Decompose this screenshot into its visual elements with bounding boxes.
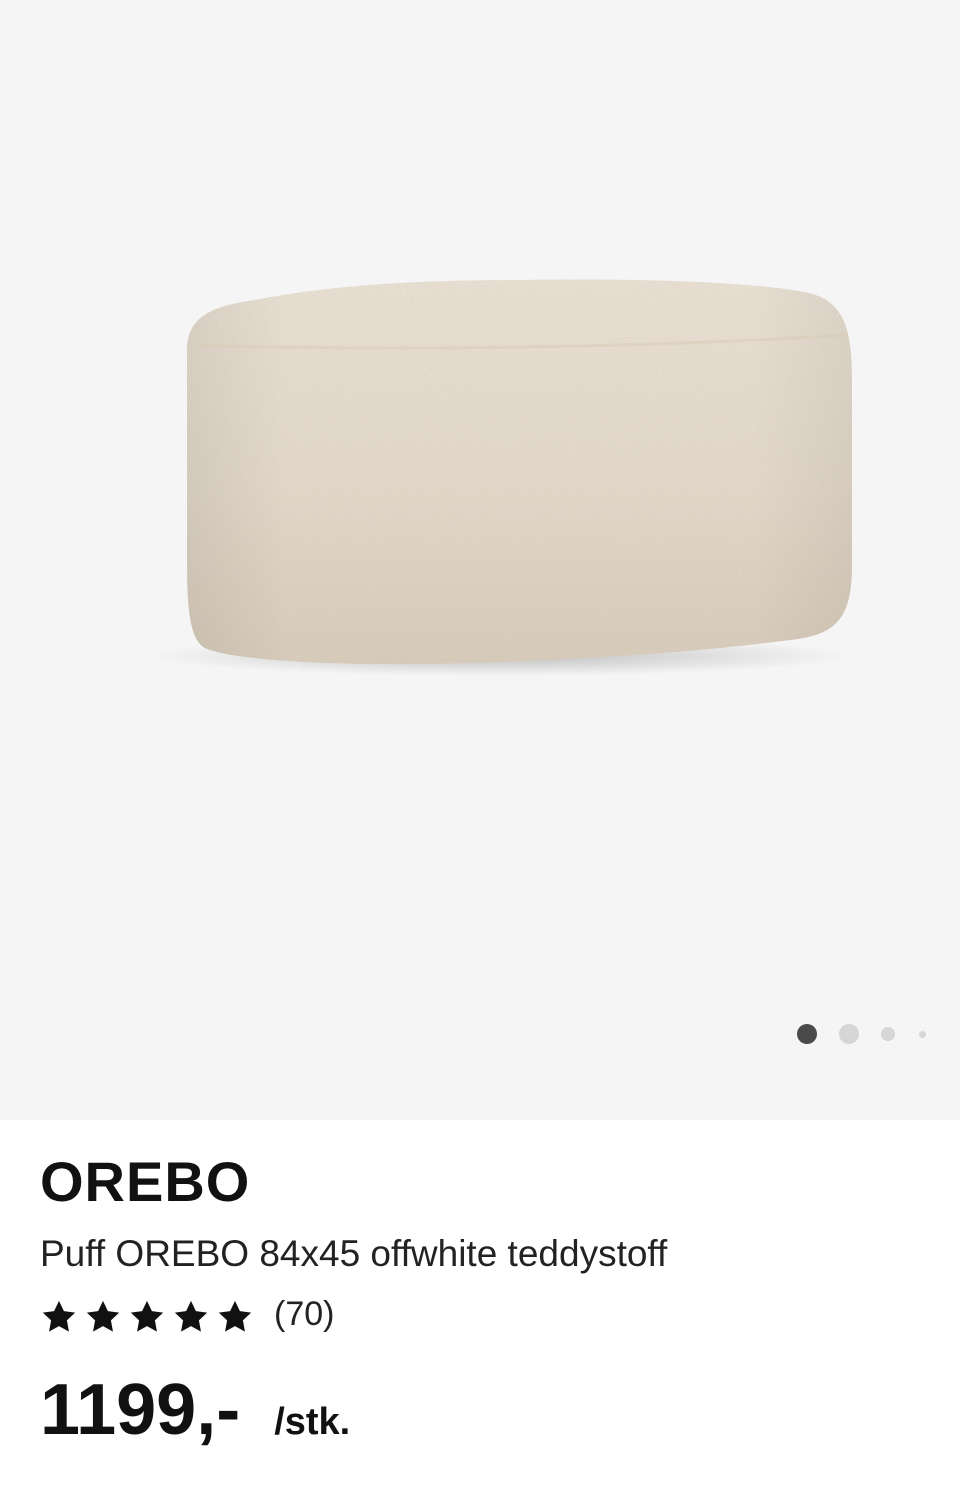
carousel-dot[interactable]: [919, 1030, 926, 1038]
product-description: Puff OREBO 84x45 offwhite teddystoff: [40, 1233, 668, 1274]
star-icon: [42, 1300, 76, 1332]
product-rating[interactable]: (70): [40, 1295, 334, 1339]
star-icon: [174, 1300, 208, 1332]
product-image[interactable]: [0, 0, 960, 1120]
product-page: OREBO Puff OREBO 84x45 offwhite teddysto…: [0, 0, 960, 1505]
product-brand: OREBO: [40, 1150, 251, 1213]
price-row: 1199,- /stk.: [40, 1370, 350, 1450]
carousel-dot[interactable]: [839, 1024, 859, 1044]
product-price: 1199,-: [40, 1370, 241, 1450]
carousel-dot[interactable]: [881, 1027, 895, 1041]
star-icon: [86, 1300, 120, 1332]
rating-stars: [40, 1298, 260, 1336]
star-icon: [218, 1300, 252, 1332]
star-icon: [130, 1300, 164, 1332]
carousel-dot-active[interactable]: [797, 1024, 817, 1044]
price-unit: /stk.: [274, 1401, 351, 1443]
review-count[interactable]: (70): [274, 1295, 334, 1334]
carousel-indicator[interactable]: [797, 1024, 926, 1044]
product-gallery[interactable]: [0, 0, 960, 1120]
